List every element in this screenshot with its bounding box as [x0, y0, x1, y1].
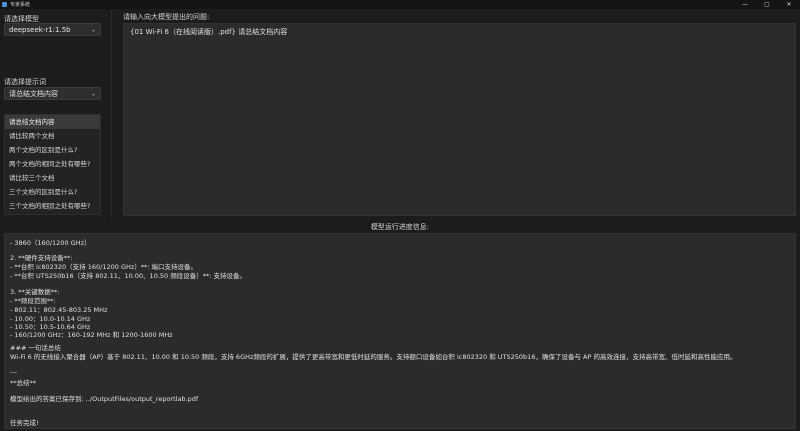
panel-divider[interactable]	[111, 10, 112, 217]
progress-label: 模型运行进度信息:	[370, 223, 430, 231]
app-icon	[2, 2, 7, 7]
chevron-down-icon: ⌄	[90, 26, 96, 33]
prompt-select[interactable]: 请总结文档内容 ⌄	[4, 87, 101, 100]
minimize-button[interactable]: —	[734, 0, 756, 9]
prompt-list-item[interactable]: 三个文档的相同之处有哪些?	[5, 199, 100, 213]
maximize-button[interactable]: ▢	[756, 0, 778, 9]
prompt-list-item[interactable]: 两个文档的相同之处有哪些?	[5, 157, 100, 171]
close-button[interactable]: ✕	[778, 0, 800, 9]
prompt-list-item[interactable]: 请总结文档内容	[5, 115, 100, 129]
scroll-indicator[interactable]: ═	[49, 207, 52, 213]
prompt-list[interactable]: 请总结文档内容 请比较两个文档 两个文档的区别是什么? 两个文档的相同之处有哪些…	[4, 114, 101, 215]
title-bar: 专家系统 — ▢ ✕	[0, 0, 800, 9]
question-label: 请输入向大模型提出的问题:	[123, 13, 210, 21]
log-line: 任务完成!	[10, 419, 39, 427]
log-line: Wi-Fi 6 的无线接入聚合器（AP）基于 802.11、10.00 和 10…	[10, 353, 737, 361]
prompt-list-item[interactable]: 请比较两个文档	[5, 129, 100, 143]
question-input[interactable]: {01 Wi-Fi 6（在线阅读版）.pdf} 请总结文档内容	[123, 23, 796, 216]
prompt-select-label: 请选择提示词	[4, 78, 46, 86]
prompt-list-item[interactable]: 三个文档的区别是什么?	[5, 185, 100, 199]
window-controls: — ▢ ✕	[734, 0, 800, 9]
progress-log[interactable]: - 3860（160/1200 GHz） 2. **硬件支持设备**: - **…	[4, 233, 796, 429]
log-line: ---	[10, 368, 18, 376]
log-line: - 3860（160/1200 GHz）	[10, 239, 91, 247]
window-title: 专家系统	[10, 2, 31, 8]
prompt-select-value: 请总结文档内容	[9, 89, 58, 98]
log-line: **总结**	[10, 379, 36, 387]
log-line: - 160/1200 GHz：160-192 MHz 和 1200-1600 M…	[10, 331, 173, 339]
log-line: - **台积 UTS250b16（支持 802.11、10.00、10.50 频…	[10, 272, 246, 280]
model-select-value: deepseek-r1:1.5b	[9, 25, 71, 34]
prompt-list-item[interactable]: 两个文档的区别是什么?	[5, 143, 100, 157]
chevron-down-icon: ⌄	[90, 90, 96, 97]
model-select[interactable]: deepseek-r1:1.5b ⌄	[4, 23, 101, 36]
prompt-list-item[interactable]: 请比较三个文档	[5, 171, 100, 185]
log-line: 模型给出的答案已保存到: ../OutputFiles/output_repor…	[10, 395, 199, 403]
